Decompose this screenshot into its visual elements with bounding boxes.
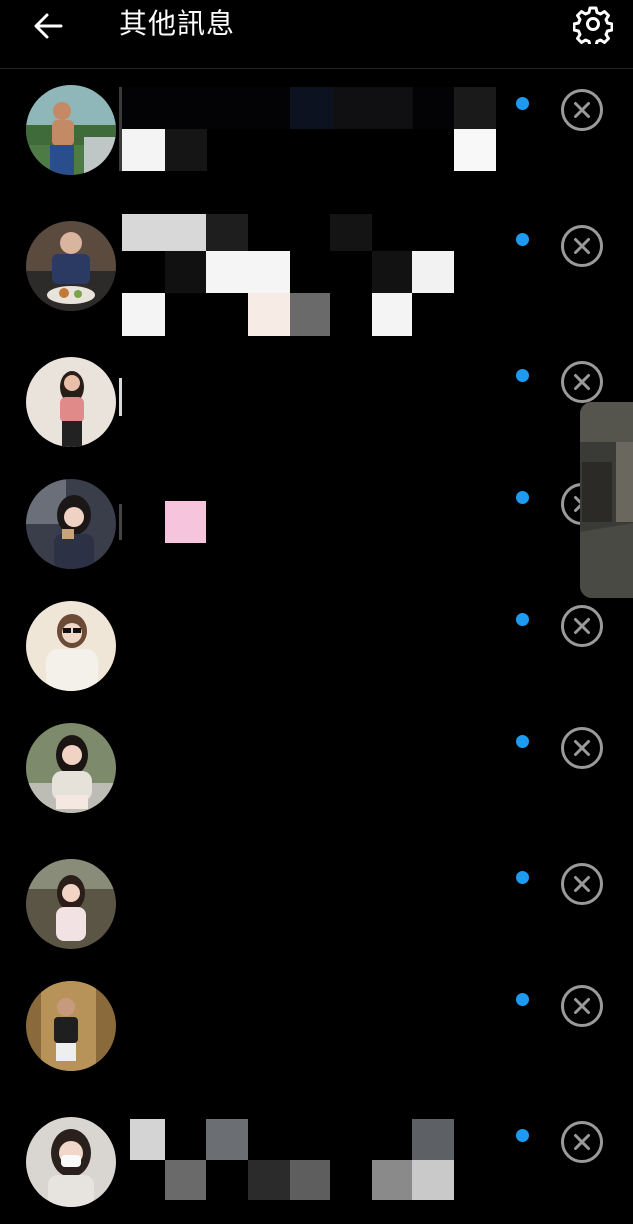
arrow-left-icon[interactable] bbox=[28, 6, 68, 46]
conversation-row[interactable] bbox=[0, 70, 633, 192]
unread-dot bbox=[516, 613, 529, 626]
close-icon[interactable] bbox=[560, 88, 604, 132]
close-icon[interactable] bbox=[560, 862, 604, 906]
redacted-block bbox=[454, 87, 496, 129]
redacted-block bbox=[290, 293, 330, 336]
close-icon[interactable] bbox=[560, 224, 604, 268]
avatar[interactable] bbox=[26, 479, 116, 569]
avatar[interactable] bbox=[26, 85, 116, 175]
unread-dot bbox=[516, 233, 529, 246]
redacted-block bbox=[290, 87, 333, 129]
close-icon[interactable] bbox=[560, 360, 604, 404]
redacted-block bbox=[248, 293, 290, 336]
redacted-block bbox=[206, 214, 248, 251]
gear-icon[interactable] bbox=[573, 4, 613, 44]
unread-dot bbox=[516, 491, 529, 504]
redacted-block bbox=[248, 1160, 290, 1200]
avatar[interactable] bbox=[26, 723, 116, 813]
close-icon[interactable] bbox=[560, 984, 604, 1028]
unread-dot bbox=[516, 97, 529, 110]
avatar[interactable] bbox=[26, 859, 116, 949]
avatar[interactable] bbox=[26, 981, 116, 1071]
redacted-block bbox=[165, 1160, 206, 1200]
redacted-block bbox=[130, 1119, 165, 1160]
conversation-row[interactable] bbox=[0, 464, 633, 586]
conversation-row[interactable] bbox=[0, 708, 633, 830]
redacted-block bbox=[290, 1160, 330, 1200]
redacted-block bbox=[165, 129, 207, 171]
conversation-row[interactable] bbox=[0, 586, 633, 708]
media-preview-thumbnail[interactable] bbox=[580, 402, 633, 598]
redacted-block bbox=[330, 214, 372, 251]
close-icon[interactable] bbox=[560, 1120, 604, 1164]
avatar[interactable] bbox=[26, 221, 116, 311]
redacted-block bbox=[454, 129, 496, 171]
redacted-block bbox=[122, 293, 165, 336]
unread-dot bbox=[516, 369, 529, 382]
page-title: 其他訊息 bbox=[119, 7, 236, 40]
avatar[interactable] bbox=[26, 1117, 116, 1207]
conversation-row[interactable] bbox=[0, 966, 633, 1088]
unread-dot bbox=[516, 1129, 529, 1142]
redacted-block bbox=[372, 1160, 412, 1200]
top-bar: 其他訊息 bbox=[0, 0, 633, 69]
redacted-block bbox=[122, 214, 206, 251]
conversation-row[interactable] bbox=[0, 206, 633, 336]
redacted-block bbox=[206, 251, 290, 293]
conversation-row[interactable] bbox=[0, 1102, 633, 1224]
close-icon[interactable] bbox=[560, 726, 604, 770]
unread-dot bbox=[516, 993, 529, 1006]
redacted-block bbox=[372, 251, 412, 293]
unread-dot bbox=[516, 735, 529, 748]
redacted-block bbox=[206, 1119, 248, 1160]
avatar[interactable] bbox=[26, 357, 116, 447]
redacted-block bbox=[165, 501, 206, 543]
redacted-block bbox=[333, 87, 413, 129]
conversation-row[interactable] bbox=[0, 844, 633, 966]
redacted-block bbox=[412, 1119, 454, 1160]
redacted-block bbox=[372, 293, 412, 336]
redacted-block bbox=[122, 129, 165, 171]
redacted-block bbox=[119, 378, 122, 416]
unread-dot bbox=[516, 871, 529, 884]
close-icon[interactable] bbox=[560, 604, 604, 648]
redacted-block bbox=[412, 1160, 454, 1200]
redacted-block bbox=[119, 504, 122, 540]
conversation-row[interactable] bbox=[0, 342, 633, 464]
redacted-block bbox=[165, 251, 206, 293]
avatar[interactable] bbox=[26, 601, 116, 691]
redacted-block bbox=[412, 251, 454, 293]
redacted-block bbox=[119, 87, 122, 171]
